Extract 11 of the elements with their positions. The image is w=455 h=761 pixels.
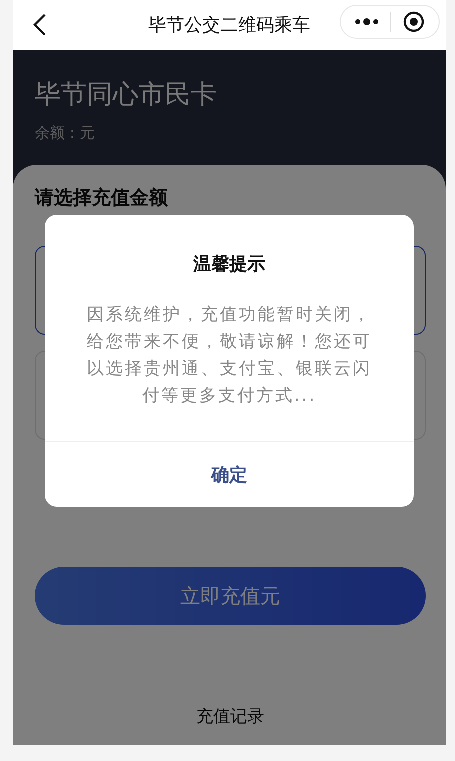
balance-label: 余额：元 — [35, 124, 96, 143]
page-title: 毕节公交二维码乘车 — [148, 14, 310, 37]
back-icon[interactable] — [33, 14, 47, 36]
card-name: 毕节同心市民卡 — [35, 79, 218, 112]
more-icon[interactable] — [354, 18, 379, 26]
confirm-button[interactable]: 确定 — [45, 441, 414, 507]
dialog-message: 因系统维护，充值功能暂时关闭，给您带来不便，敬请谅解！您还可以选择贵州通、支付宝、银联云闪付等更多支付方式... — [86, 304, 373, 408]
section-heading: 请选择充值金额 — [35, 186, 169, 211]
dialog-title: 温馨提示 — [194, 253, 266, 276]
recharge-button[interactable]: 立即充值元 — [35, 567, 426, 625]
history-link[interactable]: 充值记录 — [196, 707, 264, 727]
